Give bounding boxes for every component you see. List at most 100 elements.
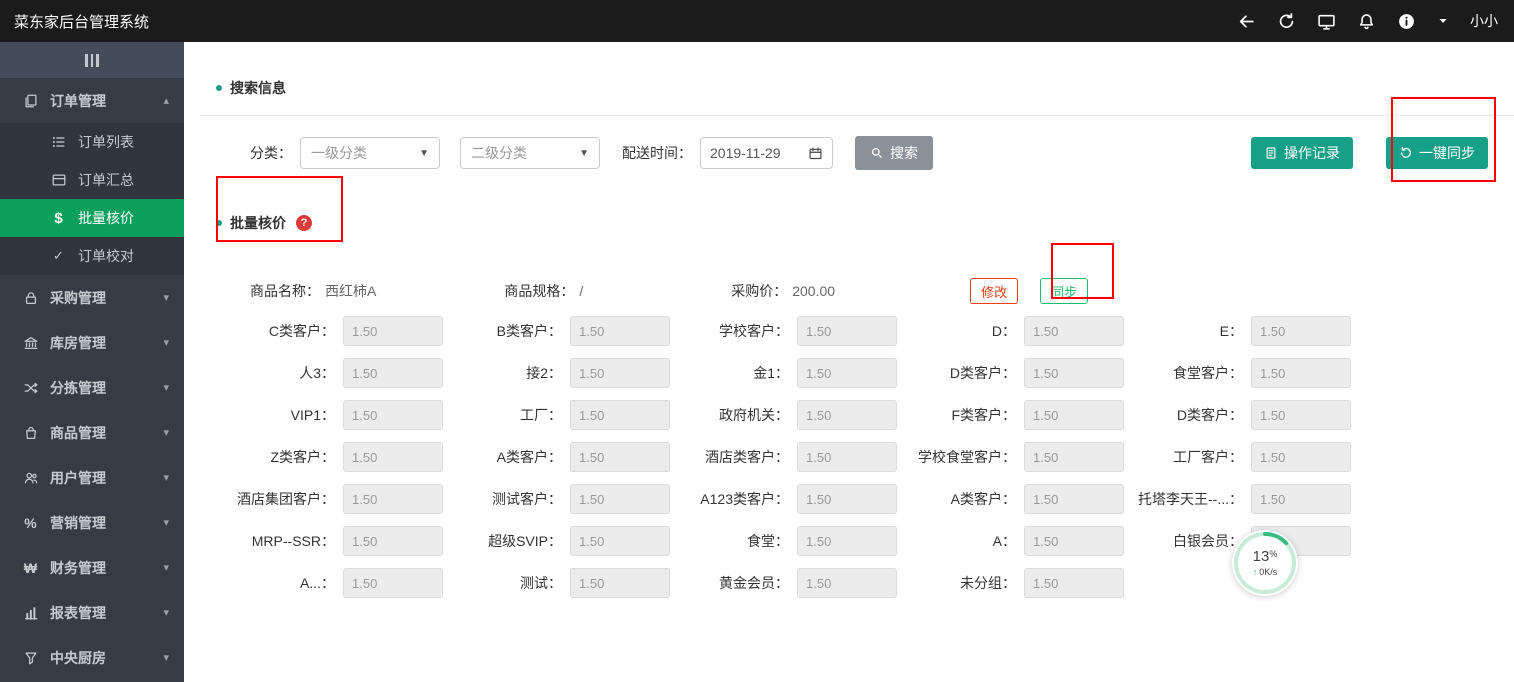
shuffle-icon [22, 379, 39, 396]
price-field-input[interactable] [570, 316, 670, 346]
price-field-input[interactable] [1251, 484, 1351, 514]
price-field-input[interactable] [797, 568, 897, 598]
username[interactable]: 小小 [1470, 11, 1498, 31]
price-field-12: 政府机关： [670, 400, 897, 430]
price-field-input[interactable] [570, 442, 670, 472]
sidebar-item-9[interactable]: 用户管理▾ [0, 455, 184, 500]
sidebar-item-3[interactable]: $批量核价 [0, 199, 184, 237]
price-field-input[interactable] [570, 526, 670, 556]
check-icon: ✓ [50, 248, 67, 265]
delivery-date-input[interactable]: 2019-11-29 [700, 137, 833, 169]
price-field-16: A类客户： [443, 442, 670, 472]
category-level2-select[interactable]: 二级分类 ▼ [460, 137, 600, 169]
percent-icon: % [22, 514, 39, 531]
price-field-input[interactable] [343, 568, 443, 598]
search-button[interactable]: 搜索 [855, 136, 933, 170]
price-field-input[interactable] [570, 484, 670, 514]
price-field-input[interactable] [1024, 484, 1124, 514]
caret-up-icon: ▴ [163, 94, 169, 107]
price-field-21: 测试客户： [443, 484, 670, 514]
price-field-14: D类客户： [1124, 400, 1351, 430]
refresh-icon[interactable] [1277, 12, 1296, 31]
sidebar-item-0[interactable]: 订单管理▴ [0, 78, 184, 123]
price-field-input[interactable] [1251, 400, 1351, 430]
sidebar-item-13[interactable]: 中央厨房▾ [0, 635, 184, 680]
price-field-label: A...： [216, 573, 343, 593]
price-field-input[interactable] [343, 400, 443, 430]
finance-icon: ₩ [22, 559, 39, 576]
price-field-input[interactable] [797, 442, 897, 472]
price-field-input[interactable] [1251, 358, 1351, 388]
price-field-label: C类客户： [216, 321, 343, 341]
price-field-input[interactable] [797, 400, 897, 430]
sync-icon [1399, 146, 1413, 160]
modify-button[interactable]: 修改 [970, 278, 1018, 304]
lock-icon [22, 289, 39, 306]
sidebar-item-7[interactable]: 分拣管理▾ [0, 365, 184, 410]
price-field-input[interactable] [343, 358, 443, 388]
price-field-label: 超级SVIP： [443, 531, 570, 551]
purchase-price-label: 采购价： [731, 281, 787, 301]
price-field-input[interactable] [343, 526, 443, 556]
bell-icon[interactable] [1357, 12, 1376, 31]
category-level1-value: 一级分类 [311, 143, 367, 163]
sidebar-item-2[interactable]: 订单汇总 [0, 161, 184, 199]
sync-all-button[interactable]: 一键同步 [1386, 137, 1488, 169]
price-field-input[interactable] [1024, 568, 1124, 598]
sidebar-item-10[interactable]: %营销管理▾ [0, 500, 184, 545]
sidebar-item-11[interactable]: ₩财务管理▾ [0, 545, 184, 590]
price-field-9: 食堂客户： [1124, 358, 1351, 388]
caret-down-icon: ▾ [163, 336, 169, 349]
price-field-input[interactable] [797, 526, 897, 556]
category-level2-value: 二级分类 [471, 143, 527, 163]
price-field-input[interactable] [570, 358, 670, 388]
chevron-down-icon: ▼ [419, 148, 429, 159]
sidebar-item-12[interactable]: 报表管理▾ [0, 590, 184, 635]
price-field-label: 测试客户： [443, 489, 570, 509]
sidebar-item-4[interactable]: ✓订单校对 [0, 237, 184, 275]
price-field-20: 酒店集团客户： [216, 484, 443, 514]
price-field-10: VIP1： [216, 400, 443, 430]
price-field-input[interactable] [570, 400, 670, 430]
price-field-input[interactable] [1024, 526, 1124, 556]
price-field-input[interactable] [1251, 442, 1351, 472]
price-field-input[interactable] [343, 442, 443, 472]
back-icon[interactable] [1237, 12, 1256, 31]
price-field-label: F类客户： [897, 405, 1024, 425]
sidebar-item-5[interactable]: 采购管理▾ [0, 275, 184, 320]
download-progress-widget[interactable]: 13% ↑ 0K/s [1232, 530, 1298, 596]
price-field-input[interactable] [1024, 442, 1124, 472]
price-field-label: 食堂： [670, 531, 797, 551]
monitor-icon[interactable] [1317, 12, 1336, 31]
search-section-label: 搜索信息 [230, 78, 286, 98]
price-field-5: 人3： [216, 358, 443, 388]
operation-log-button[interactable]: 操作记录 [1251, 137, 1353, 169]
price-field-input[interactable] [797, 358, 897, 388]
sidebar-item-1[interactable]: 订单列表 [0, 123, 184, 161]
product-spec-label: 商品规格： [504, 281, 574, 301]
main-content: 搜索信息 分类： 一级分类 ▼ 二级分类 ▼ 配送时间： 2019-11-29 … [184, 42, 1514, 682]
caret-down-icon: ▾ [163, 291, 169, 304]
price-field-input[interactable] [797, 484, 897, 514]
info-icon[interactable] [1397, 12, 1416, 31]
sidebar-item-6[interactable]: 库房管理▾ [0, 320, 184, 365]
divider [200, 115, 1514, 116]
price-field-input[interactable] [570, 568, 670, 598]
summary-icon [50, 172, 67, 189]
price-field-input[interactable] [1251, 316, 1351, 346]
help-icon[interactable]: ? [296, 215, 312, 231]
sidebar-collapse-button[interactable] [0, 42, 184, 78]
price-field-label: 政府机关： [670, 405, 797, 425]
topbar-actions: 小小 [1237, 11, 1498, 31]
sync-button[interactable]: 同步 [1040, 278, 1088, 304]
price-field-input[interactable] [1024, 358, 1124, 388]
price-field-18: 学校食堂客户： [897, 442, 1124, 472]
price-field-input[interactable] [1024, 316, 1124, 346]
category-level1-select[interactable]: 一级分类 ▼ [300, 137, 440, 169]
price-field-input[interactable] [343, 316, 443, 346]
caret-down-icon[interactable] [1437, 15, 1449, 27]
sidebar-item-8[interactable]: 商品管理▾ [0, 410, 184, 455]
price-field-input[interactable] [343, 484, 443, 514]
price-field-input[interactable] [1024, 400, 1124, 430]
price-field-input[interactable] [797, 316, 897, 346]
